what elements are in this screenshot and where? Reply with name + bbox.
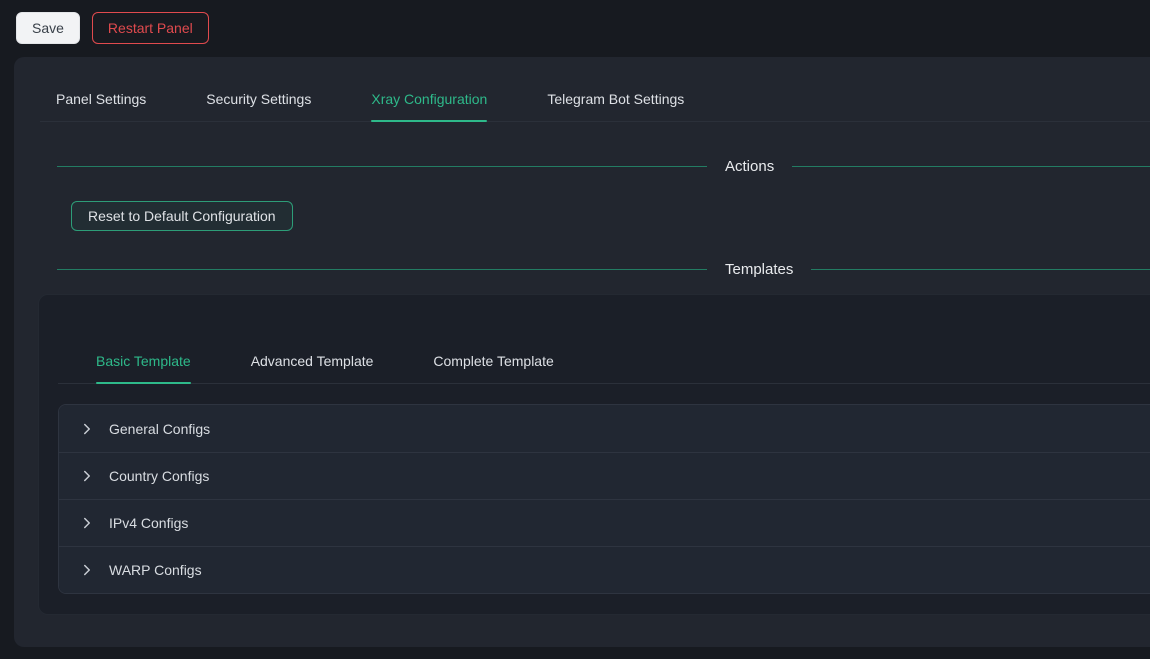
topbar: Save Restart Panel <box>0 0 1150 44</box>
collapse-header-warp-configs[interactable]: WARP Configs <box>59 546 1150 593</box>
templates-card: Basic Template Advanced Template Complet… <box>38 294 1150 615</box>
collapse-label: Country Configs <box>109 468 209 484</box>
divider-line <box>57 269 707 270</box>
settings-tabbar: Panel Settings Security Settings Xray Co… <box>40 79 1150 122</box>
divider-line <box>792 166 1150 167</box>
collapse-label: WARP Configs <box>109 562 202 578</box>
restart-panel-button[interactable]: Restart Panel <box>92 12 209 44</box>
tab-advanced-template[interactable]: Advanced Template <box>251 341 374 383</box>
actions-divider-label: Actions <box>707 158 792 175</box>
collapse-label: IPv4 Configs <box>109 515 188 531</box>
templates-divider-label: Templates <box>707 261 811 278</box>
tab-xray-configuration[interactable]: Xray Configuration <box>371 79 487 121</box>
chevron-right-icon <box>81 470 93 482</box>
settings-card: Panel Settings Security Settings Xray Co… <box>14 57 1150 647</box>
divider-line <box>811 269 1150 270</box>
collapse-label: General Configs <box>109 421 210 437</box>
templates-divider: Templates <box>57 261 1150 278</box>
tab-panel-settings[interactable]: Panel Settings <box>56 79 146 121</box>
collapse-header-general-configs[interactable]: General Configs <box>59 405 1150 452</box>
collapse-header-ipv4-configs[interactable]: IPv4 Configs <box>59 499 1150 546</box>
tab-telegram-bot-settings[interactable]: Telegram Bot Settings <box>547 79 684 121</box>
reset-default-config-button[interactable]: Reset to Default Configuration <box>71 201 293 231</box>
config-collapse-list: General Configs Country Configs IPv4 Con… <box>58 404 1150 594</box>
collapse-header-country-configs[interactable]: Country Configs <box>59 452 1150 499</box>
divider-line <box>57 166 707 167</box>
chevron-right-icon <box>81 423 93 435</box>
chevron-right-icon <box>81 564 93 576</box>
tab-security-settings[interactable]: Security Settings <box>206 79 311 121</box>
save-button[interactable]: Save <box>16 12 80 44</box>
tab-complete-template[interactable]: Complete Template <box>433 341 553 383</box>
template-tabbar: Basic Template Advanced Template Complet… <box>58 341 1150 384</box>
actions-divider: Actions <box>57 158 1150 175</box>
tab-basic-template[interactable]: Basic Template <box>96 341 191 383</box>
chevron-right-icon <box>81 517 93 529</box>
